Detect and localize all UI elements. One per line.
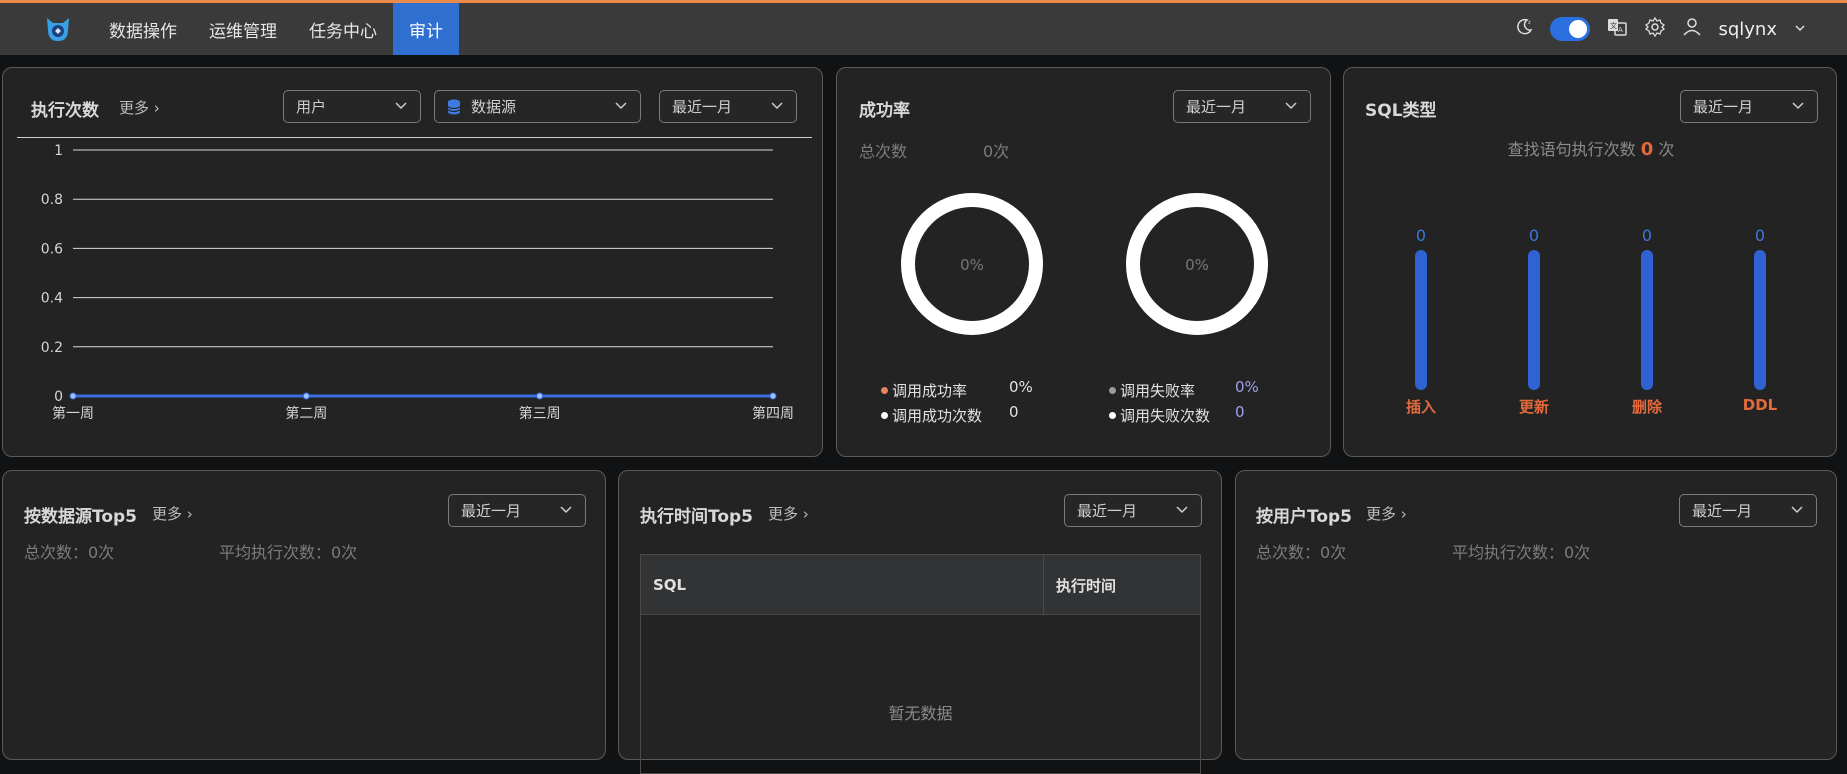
legend-success-count: 调用成功次数: [881, 405, 982, 426]
data-point: [769, 392, 777, 400]
fail-count-value: 0: [1235, 403, 1245, 421]
bar-value-label: 0: [1415, 226, 1427, 245]
bar-value-label: 0: [1641, 226, 1653, 245]
total-count: 总次数：0次: [24, 543, 115, 562]
chevron-down-icon: [560, 506, 572, 514]
card-title: 执行次数: [31, 101, 99, 121]
bar-category-label: DDL: [1742, 396, 1778, 414]
chevron-down-icon: [771, 102, 783, 110]
nav-audit[interactable]: 审计: [393, 3, 459, 55]
bar-category-label: 插入: [1405, 398, 1436, 416]
legend-success-rate: 调用成功率: [881, 380, 967, 401]
app-logo-icon[interactable]: [43, 14, 73, 44]
period-select[interactable]: 最近一月: [1064, 494, 1202, 527]
settings-gear-icon[interactable]: [1644, 16, 1666, 42]
total-label: 总次数: [859, 142, 908, 161]
more-link[interactable]: 更多 ›: [152, 503, 193, 524]
card-title: 按用户Top5: [1256, 507, 1353, 527]
svg-text:文: 文: [1610, 21, 1617, 30]
chevron-down-icon: [395, 102, 407, 110]
fail-donut: 0%: [1126, 193, 1268, 335]
svg-text:A: A: [1618, 26, 1623, 34]
bar-track: [1415, 250, 1427, 390]
avg-count: 平均执行次数：0次: [1452, 543, 1591, 562]
user-select[interactable]: 用户: [283, 90, 421, 123]
x-tick-label: 第四周: [752, 405, 794, 422]
legend-fail-count: 调用失败次数: [1109, 405, 1210, 426]
period-select[interactable]: 最近一月: [1679, 494, 1817, 527]
exec-time-top5-card: 执行时间Top5 更多 › 最近一月 SQL 执行时间 暂无数据: [618, 470, 1222, 774]
data-point: [302, 392, 310, 400]
svg-text:z: z: [1528, 20, 1531, 26]
legend-fail-rate: 调用失败率: [1109, 380, 1195, 401]
chevron-down-icon: [1176, 506, 1188, 514]
database-icon: [447, 99, 461, 114]
data-point: [536, 392, 544, 400]
nav-data-ops[interactable]: 数据操作: [93, 3, 193, 55]
total-count: 总次数：0次: [1256, 543, 1347, 562]
chevron-down-icon: [1791, 506, 1803, 514]
sql-type-card: SQL类型 最近一月 查找语句执行次数 0 次 0 插入 0 更新 0 删除 0 DDL: [1343, 67, 1837, 457]
fail-rate-value: 0%: [1235, 378, 1259, 396]
bar-track: [1528, 250, 1540, 390]
bar-category-label: 删除: [1631, 398, 1662, 416]
data-point: [69, 392, 77, 400]
top-nav: 数据操作 运维管理 任务中心 审计 z 文A sqlynx: [0, 3, 1847, 55]
chevron-down-icon: [615, 102, 627, 110]
bar-value-label: 0: [1528, 226, 1540, 245]
success-rate-value: 0%: [1009, 378, 1033, 396]
more-link[interactable]: 更多 ›: [1366, 503, 1407, 524]
exec-count-line-chart: 1 0.8 0.6 0.4 0.2 0第一周 第二周 第三周 第四周: [41, 143, 794, 422]
theme-toggle[interactable]: [1550, 17, 1591, 41]
success-donut: 0%: [901, 193, 1043, 335]
period-select[interactable]: 最近一月: [1173, 90, 1311, 123]
bar-track: [1754, 250, 1766, 390]
y-tick-label: 1: [54, 143, 63, 159]
translate-icon[interactable]: 文A: [1606, 16, 1628, 42]
moon-icon: z: [1514, 17, 1534, 41]
user-top5-card: 按用户Top5 更多 › 最近一月 总次数：0次 平均执行次数：0次: [1235, 470, 1837, 760]
x-tick-label: 第二周: [285, 405, 327, 422]
success-count-value: 0: [1009, 403, 1019, 421]
sql-type-bar-chart: 0 插入 0 更新 0 删除 0 DDL: [1344, 68, 1838, 458]
fail-donut-label: 0%: [1185, 256, 1209, 274]
avg-count: 平均执行次数：0次: [219, 543, 358, 562]
username[interactable]: sqlynx: [1718, 19, 1777, 40]
y-tick-label: 0.2: [41, 340, 63, 356]
chevron-down-icon[interactable]: [1793, 20, 1807, 39]
y-tick-label: 0.6: [41, 241, 63, 257]
card-title: 按数据源Top5: [24, 507, 138, 527]
success-rate-card: 成功率 最近一月 总次数 0次 0% 0% 调用成功率 0% 调用成功次数 0 …: [836, 67, 1331, 457]
more-link[interactable]: 更多 ›: [119, 97, 160, 118]
period-select[interactable]: 最近一月: [448, 494, 586, 527]
datasource-select[interactable]: 数据源: [434, 90, 641, 123]
datasource-top5-card: 按数据源Top5 更多 › 最近一月 总次数：0次 平均执行次数：0次: [2, 470, 606, 760]
y-tick-label: 0: [54, 389, 63, 405]
bar-value-label: 0: [1754, 226, 1766, 245]
card-title: 成功率: [859, 101, 910, 121]
more-link[interactable]: 更多 ›: [768, 503, 809, 524]
empty-state: 暂无数据: [888, 704, 953, 723]
table-header: SQL 执行时间: [641, 555, 1200, 615]
y-tick-label: 0.4: [41, 291, 63, 307]
bar-track: [1641, 250, 1653, 390]
bar-category-label: 更新: [1518, 398, 1549, 416]
period-select[interactable]: 最近一月: [659, 90, 797, 123]
x-tick-label: 第三周: [519, 405, 561, 422]
user-icon[interactable]: [1682, 17, 1702, 41]
total-value: 0次: [983, 142, 1010, 161]
x-tick-label: 第一周: [52, 405, 94, 422]
column-header-sql[interactable]: SQL: [641, 555, 1043, 615]
card-title: 执行时间Top5: [640, 507, 754, 527]
nav-task-center[interactable]: 任务中心: [293, 3, 393, 55]
exec-time-table: SQL 执行时间 暂无数据: [640, 554, 1201, 774]
chevron-down-icon: [1285, 102, 1297, 110]
nav-ops-management[interactable]: 运维管理: [193, 3, 293, 55]
y-tick-label: 0.8: [41, 192, 63, 208]
column-header-exec-time[interactable]: 执行时间: [1044, 555, 1200, 615]
success-donut-label: 0%: [960, 256, 984, 274]
exec-count-card: 执行次数 更多 › 用户 数据源 最近一月 1 0.8 0.6 0.4 0.2 0 第一周 第…: [2, 67, 823, 457]
